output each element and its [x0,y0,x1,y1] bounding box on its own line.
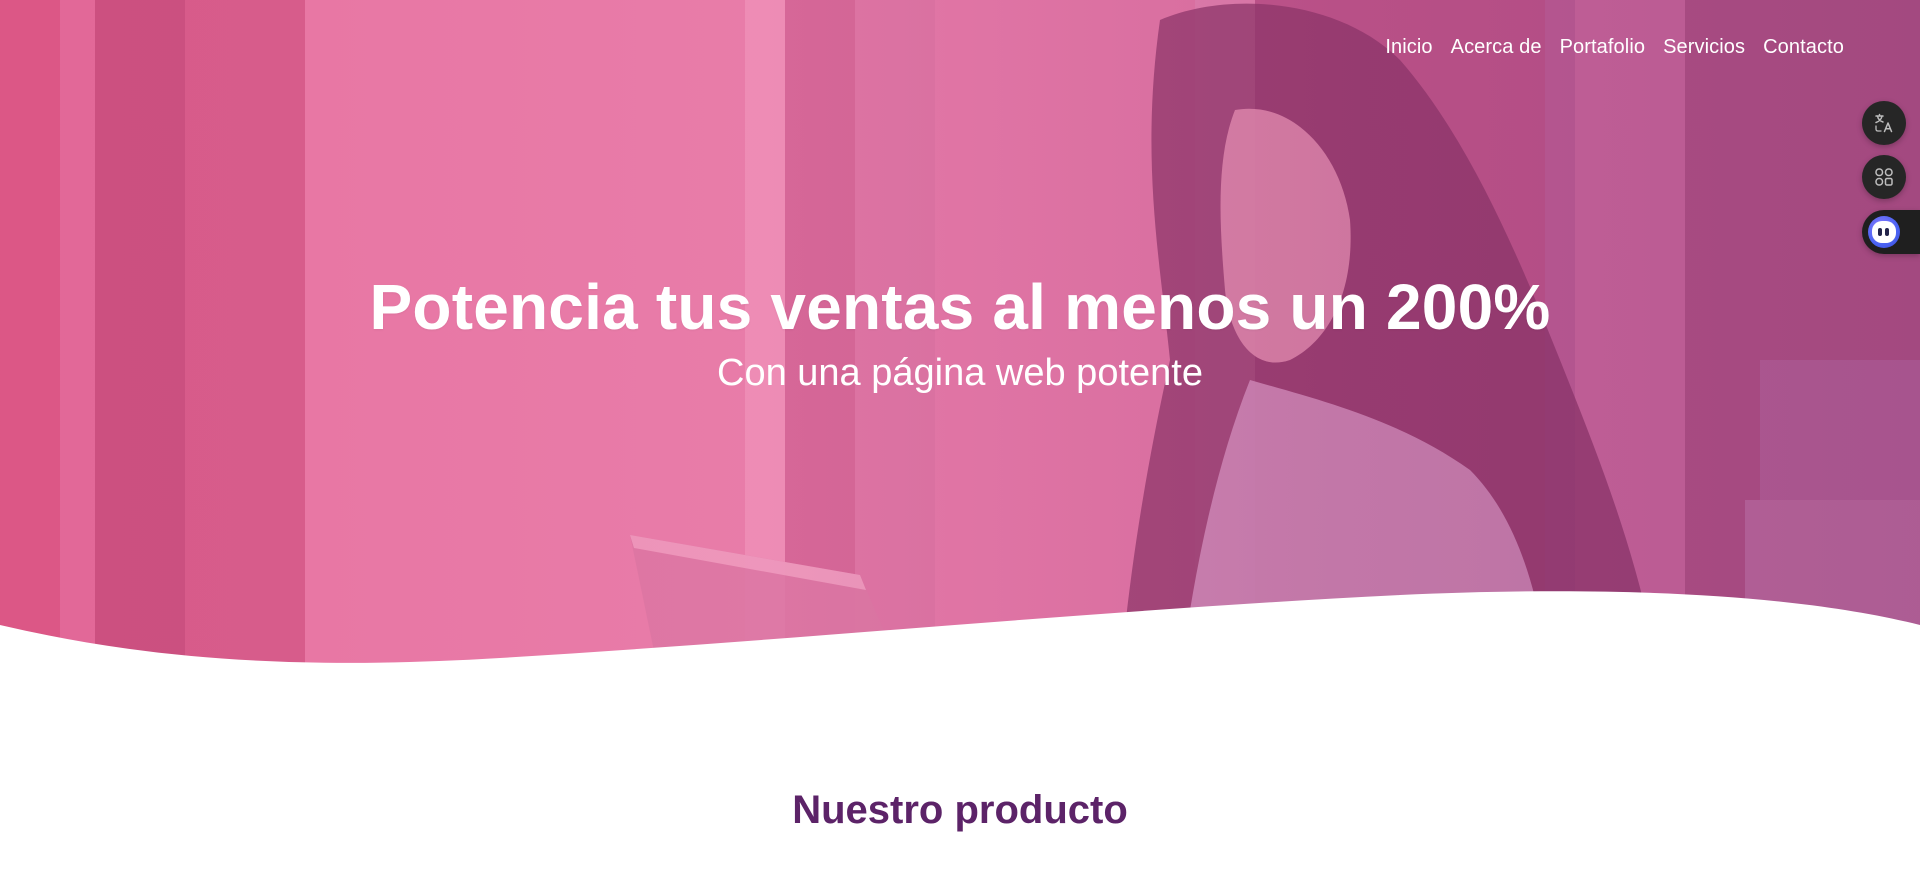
hero-wave-divider [0,591,1920,680]
main-nav: Inicio Acerca de Portafolio Servicios Co… [1385,36,1844,59]
hero-subtitle: Con una página web potente [717,352,1203,394]
nav-item-portafolio[interactable]: Portafolio [1560,36,1646,59]
assistant-bot-icon [1868,216,1900,248]
section-title-product: Nuestro producto [792,788,1128,832]
translate-icon [1875,113,1893,133]
assistant-widget-button[interactable] [1862,210,1920,254]
hero-title: Potencia tus ventas al menos un 200% [369,271,1551,343]
nav-item-servicios[interactable]: Servicios [1663,36,1745,59]
translate-widget-button[interactable] [1862,101,1906,145]
page: Inicio Acerca de Portafolio Servicios Co… [0,0,1920,877]
nav-item-contacto[interactable]: Contacto [1763,36,1844,59]
apps-widget-button[interactable] [1862,155,1906,199]
nav-item-acerca-de[interactable]: Acerca de [1451,36,1542,59]
apps-grid-icon [1875,168,1893,186]
nav-item-inicio[interactable]: Inicio [1385,36,1432,59]
